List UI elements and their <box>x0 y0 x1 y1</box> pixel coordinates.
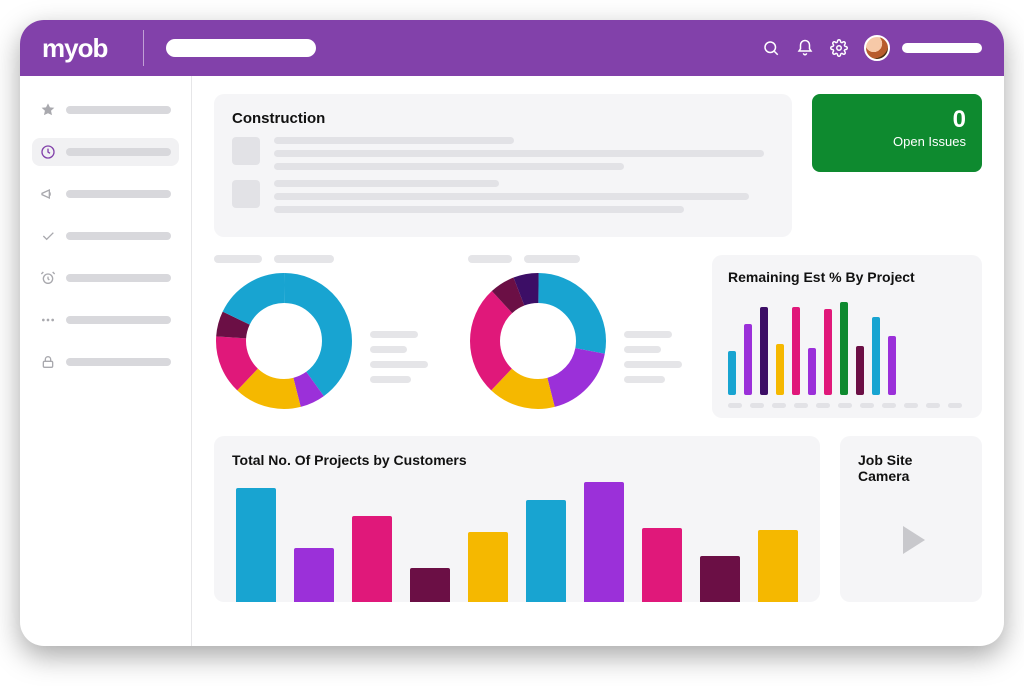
avatar[interactable] <box>864 35 890 61</box>
donut-chart-left <box>214 271 354 411</box>
hero-text-line <box>274 137 514 144</box>
hero-block-1 <box>232 137 774 170</box>
donut-right-legend <box>624 271 692 383</box>
hero-block-2 <box>232 180 774 213</box>
remaining-est-card: Remaining Est % By Project <box>712 255 982 418</box>
search-icon[interactable] <box>762 39 780 57</box>
projects-title: Total No. Of Projects by Customers <box>232 452 802 468</box>
app-window: myob <box>20 20 1004 646</box>
hero-text-line <box>274 206 684 213</box>
projects-by-customer-card: Total No. Of Projects by Customers <box>214 436 820 602</box>
user-name-placeholder <box>902 43 982 53</box>
donuts-section <box>214 255 692 418</box>
alarm-icon <box>40 270 56 286</box>
app-header: myob <box>20 20 1004 76</box>
sidebar-label-placeholder <box>66 232 171 240</box>
sidebar-item-announce[interactable] <box>32 180 179 208</box>
sidebar-item-reminders[interactable] <box>32 264 179 292</box>
donut-right-card <box>468 255 692 418</box>
lock-icon <box>40 354 56 370</box>
hero-text-line <box>274 150 764 157</box>
sidebar-item-favorites[interactable] <box>32 96 179 124</box>
remaining-est-legend <box>728 403 966 408</box>
header-divider <box>143 30 144 66</box>
remaining-est-title: Remaining Est % By Project <box>728 269 966 285</box>
sidebar-label-placeholder <box>66 274 171 282</box>
donut-chart-right <box>468 271 608 411</box>
megaphone-icon <box>40 186 56 202</box>
remaining-est-chart <box>728 297 966 395</box>
sidebar-label-placeholder <box>66 148 171 156</box>
donut-left-card <box>214 255 438 418</box>
hero-text-line <box>274 163 624 170</box>
check-icon <box>40 228 56 244</box>
camera-title: Job Site Camera <box>858 452 964 484</box>
sidebar-item-tasks[interactable] <box>32 222 179 250</box>
play-icon <box>887 516 935 564</box>
sidebar <box>20 76 192 646</box>
hero-text-line <box>274 180 499 187</box>
sidebar-item-secure[interactable] <box>32 348 179 376</box>
sidebar-item-more[interactable] <box>32 306 179 334</box>
donut-left-legend <box>370 271 438 383</box>
main-content: Construction <box>192 76 1004 646</box>
sidebar-label-placeholder <box>66 358 171 366</box>
sidebar-label-placeholder <box>66 316 171 324</box>
hero-text-line <box>274 193 749 200</box>
clock-icon <box>40 144 56 160</box>
open-issues-count: 0 <box>828 106 966 134</box>
more-icon <box>40 312 56 328</box>
brand-logo: myob <box>42 33 107 64</box>
open-issues-label: Open Issues <box>828 134 966 149</box>
hero-title: Construction <box>232 110 774 127</box>
job-site-camera-card: Job Site Camera <box>840 436 982 602</box>
sidebar-item-recent[interactable] <box>32 138 179 166</box>
sidebar-label-placeholder <box>66 190 171 198</box>
play-button[interactable] <box>858 494 964 586</box>
search-input[interactable] <box>166 39 316 57</box>
bell-icon[interactable] <box>796 39 814 57</box>
gear-icon[interactable] <box>830 39 848 57</box>
projects-chart <box>232 482 802 602</box>
hero-thumb <box>232 180 260 208</box>
open-issues-card[interactable]: 0 Open Issues <box>812 94 982 172</box>
hero-thumb <box>232 137 260 165</box>
hero-card: Construction <box>214 94 792 237</box>
sidebar-label-placeholder <box>66 106 171 114</box>
star-icon <box>40 102 56 118</box>
